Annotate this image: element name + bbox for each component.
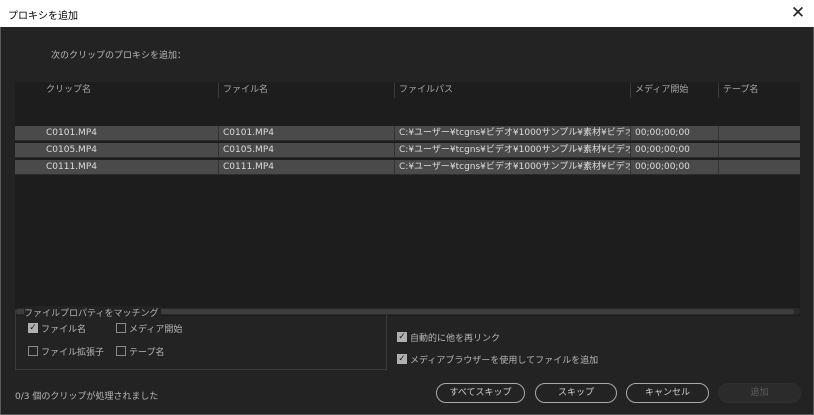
column-header-file-path[interactable]: ファイルパス [394, 83, 630, 98]
status-text: 0/3 個のクリップが処理されました [15, 392, 159, 402]
checkbox-label: メディア開始 [129, 324, 183, 335]
cell-tape-name [718, 143, 800, 158]
skip-all-button[interactable]: すべてスキップ [436, 383, 525, 403]
checkbox-label: ファイル拡張子 [41, 347, 105, 358]
column-header-media-start[interactable]: メディア開始 [630, 83, 718, 98]
checkbox-file-extension[interactable]: ファイル拡張子 [28, 344, 104, 358]
checkbox-label: メディアブラウザーを使用してファイルを追加 [410, 355, 599, 366]
check-icon: ✓ [397, 353, 407, 364]
window-title: プロキシを追加 [8, 11, 78, 22]
cell-file-name: C0105.MP4 [218, 143, 394, 158]
cell-file-path: C:¥ユーザー¥tcgns¥ビデオ¥1000サンプル¥素材¥ビデオ [394, 126, 630, 141]
cell-clip-name: C0101.MP4 [46, 128, 97, 138]
checkbox-label: ファイル名 [41, 324, 87, 335]
checkbox-file-name[interactable]: ✓ ファイル名 [28, 321, 86, 335]
dialog-body: 次のクリップのプロキシを追加： クリップ名 ファイル名 ファイルパス メディア開… [0, 27, 814, 415]
check-icon: ✓ [397, 331, 407, 342]
instruction-text: 次のクリップのプロキシを追加： [51, 51, 187, 61]
column-header-file-name[interactable]: ファイル名 [218, 83, 394, 98]
match-properties-group: ファイルプロパティをマッチング [15, 306, 387, 370]
check-icon: ✓ [28, 322, 38, 333]
cell-file-path: C:¥ユーザー¥tcgns¥ビデオ¥1000サンプル¥素材¥ビデオ [394, 160, 630, 175]
checkbox-box [116, 323, 126, 333]
checkbox-label: テープ名 [129, 347, 165, 358]
skip-button[interactable]: スキップ [535, 383, 617, 403]
table-row[interactable]: C0111.MP4 C0111.MP4 C:¥ユーザー¥tcgns¥ビデオ¥10… [15, 160, 800, 175]
cell-file-name: C0111.MP4 [218, 160, 394, 175]
checkbox-auto-relink[interactable]: ✓ 自動的に他を再リンク [397, 330, 500, 344]
cell-tape-name [718, 160, 800, 175]
checkbox-tape-name[interactable]: テープ名 [116, 344, 164, 358]
checkbox-box [28, 346, 38, 356]
close-icon[interactable]: ✕ [786, 3, 810, 23]
checkbox-use-media-browser[interactable]: ✓ メディアブラウザーを使用してファイルを追加 [397, 352, 598, 366]
cell-clip-name: C0105.MP4 [46, 145, 97, 155]
column-header-clip-name[interactable]: クリップ名 [42, 83, 218, 98]
checkbox-label: 自動的に他を再リンク [410, 333, 501, 344]
clip-table: クリップ名 ファイル名 ファイルパス メディア開始 テープ名 C0101.MP4… [15, 82, 800, 316]
cell-clip-name: C0111.MP4 [46, 162, 97, 172]
table-row[interactable]: C0105.MP4 C0105.MP4 C:¥ユーザー¥tcgns¥ビデオ¥10… [15, 143, 800, 158]
add-button[interactable]: 追加 [718, 383, 801, 403]
column-header-tape-name[interactable]: テープ名 [718, 83, 800, 98]
match-properties-legend: ファイルプロパティをマッチング [24, 306, 162, 319]
title-bar: プロキシを追加 ✕ [0, 0, 814, 27]
cell-media-start: 00;00;00;00 [630, 143, 718, 158]
cell-tape-name [718, 126, 800, 141]
checkbox-box [116, 346, 126, 356]
table-row[interactable]: C0101.MP4 C0101.MP4 C:¥ユーザー¥tcgns¥ビデオ¥10… [15, 126, 800, 141]
cancel-button[interactable]: キャンセル [626, 383, 709, 403]
cell-file-name: C0101.MP4 [218, 126, 394, 141]
checkbox-media-start[interactable]: メディア開始 [116, 321, 182, 335]
cell-media-start: 00;00;00;00 [630, 160, 718, 175]
cell-media-start: 00;00;00;00 [630, 126, 718, 141]
cell-file-path: C:¥ユーザー¥tcgns¥ビデオ¥1000サンプル¥素材¥ビデオ [394, 143, 630, 158]
